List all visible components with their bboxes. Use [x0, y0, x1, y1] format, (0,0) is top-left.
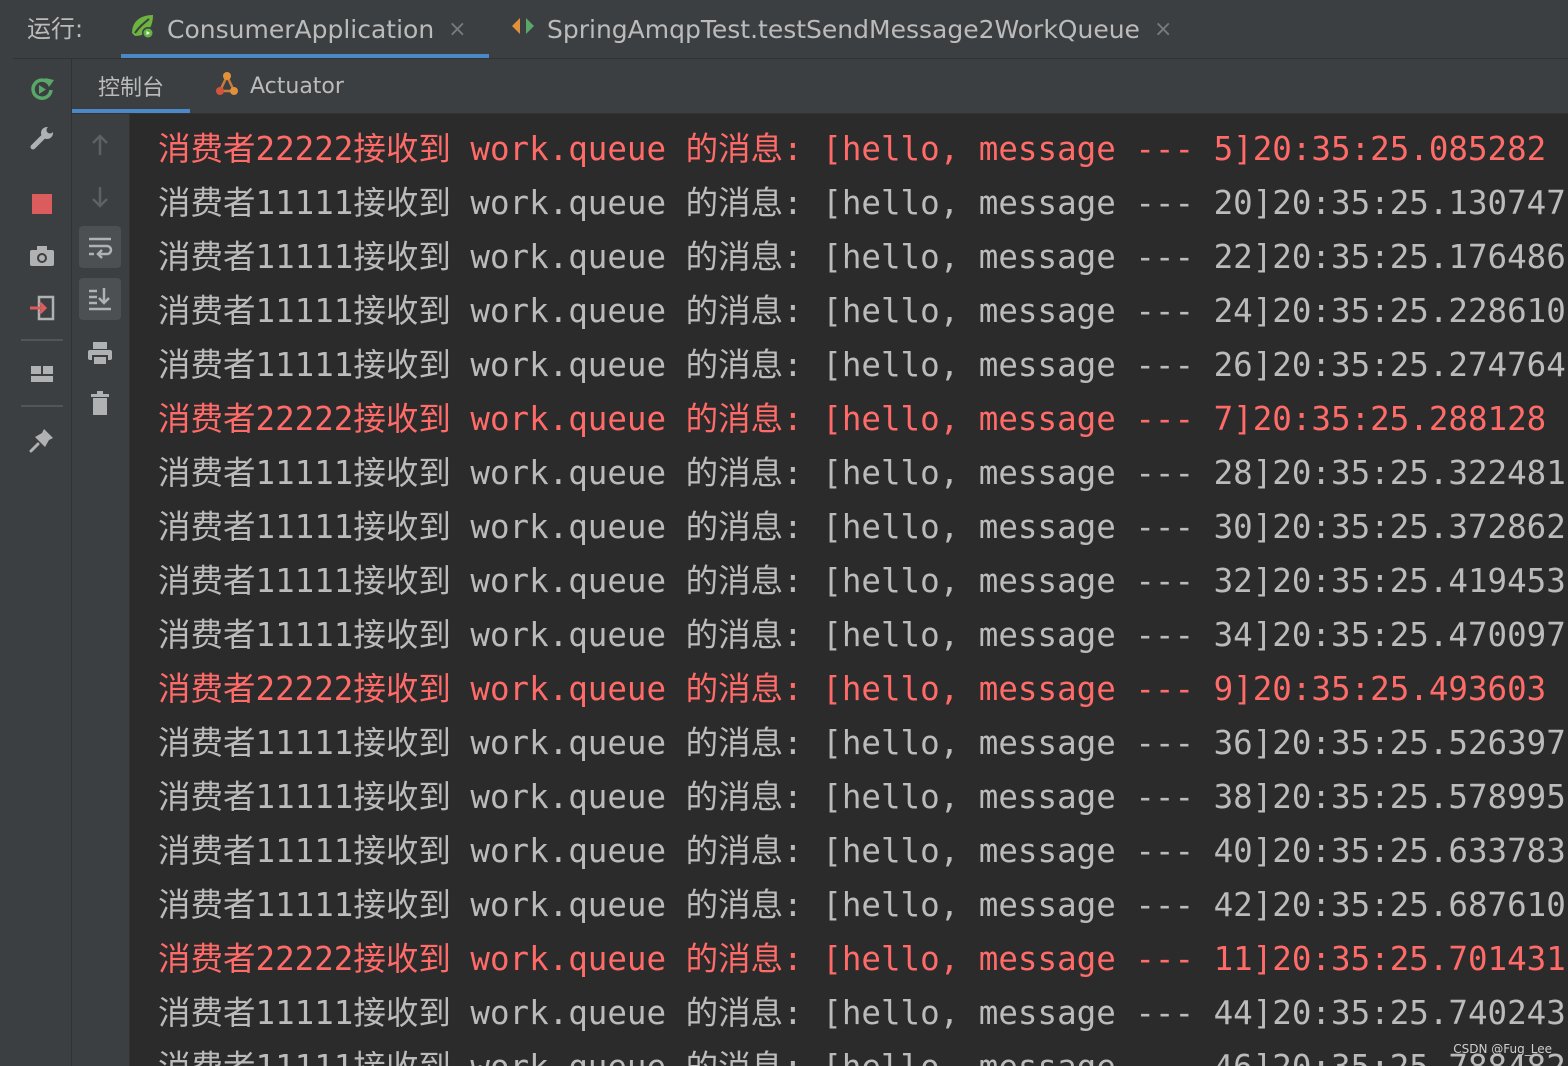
console-line: 消费者11111接收到 work.queue 的消息: [hello, mess… — [158, 994, 1566, 1032]
console-line: 消费者11111接收到 work.queue 的消息: [hello, mess… — [158, 562, 1566, 600]
console-line: 消费者11111接收到 work.queue 的消息: [hello, mess… — [158, 292, 1566, 330]
camera-icon[interactable] — [21, 235, 63, 277]
tab-label: ConsumerApplication — [167, 14, 435, 44]
console-line: 消费者22222接收到 work.queue 的消息: [hello, mess… — [158, 400, 1547, 438]
ide-run-window: 运行: ConsumerApplication × SpringAmqpTest… — [0, 0, 1568, 1066]
soft-wrap-icon[interactable] — [79, 226, 121, 268]
actuator-icon — [212, 68, 242, 104]
console-line: 消费者11111接收到 work.queue 的消息: [hello, mess… — [158, 508, 1566, 546]
run-toolbar — [13, 59, 72, 1066]
tab-spring-amqp-test[interactable]: SpringAmqpTest.testSendMessage2WorkQueue… — [505, 0, 1172, 58]
close-icon[interactable]: × — [448, 17, 466, 42]
rerun-icon[interactable] — [21, 67, 63, 109]
wrench-icon[interactable] — [21, 117, 63, 159]
exit-icon[interactable] — [21, 287, 63, 329]
console-toolbar — [72, 114, 130, 1066]
test-arrows-icon — [509, 12, 537, 46]
console-line: 消费者22222接收到 work.queue 的消息: [hello, mess… — [158, 940, 1566, 978]
layout-icon[interactable] — [21, 353, 63, 395]
tab-actuator[interactable]: Actuator — [212, 59, 344, 113]
toolbar-separator — [21, 405, 63, 407]
console-line: 消费者11111接收到 work.queue 的消息: [hello, mess… — [158, 238, 1566, 276]
watermark: CSDN @Fug_Lee — [1453, 1042, 1552, 1056]
scroll-to-end-icon[interactable] — [79, 278, 121, 320]
window-edge-strip — [0, 0, 14, 1066]
trash-icon[interactable] — [79, 382, 121, 424]
console-line: 消费者11111接收到 work.queue 的消息: [hello, mess… — [158, 454, 1566, 492]
down-arrow-icon[interactable] — [79, 176, 121, 218]
tab-consumer-application[interactable]: ConsumerApplication × — [121, 0, 489, 58]
close-icon[interactable]: × — [1154, 17, 1172, 42]
stop-icon[interactable] — [21, 183, 63, 225]
console-line: 消费者11111接收到 work.queue 的消息: [hello, mess… — [158, 778, 1566, 816]
up-arrow-icon[interactable] — [79, 124, 121, 166]
tab-label: SpringAmqpTest.testSendMessage2WorkQueue — [547, 14, 1140, 44]
console-output[interactable]: 消费者22222接收到 work.queue 的消息: [hello, mess… — [130, 114, 1568, 1066]
console-line: 消费者11111接收到 work.queue 的消息: [hello, mess… — [158, 616, 1566, 654]
print-icon[interactable] — [79, 332, 121, 374]
run-label: 运行: — [27, 15, 84, 43]
toolbar-separator — [21, 339, 63, 341]
console-line: 消费者11111接收到 work.queue 的消息: [hello, mess… — [158, 724, 1566, 762]
run-tab-bar: 运行: ConsumerApplication × SpringAmqpTest… — [13, 0, 1568, 59]
tab-label: Actuator — [250, 73, 344, 99]
console-line: 消费者11111接收到 work.queue 的消息: [hello, mess… — [158, 346, 1566, 384]
console-line: 消费者22222接收到 work.queue 的消息: [hello, mess… — [158, 130, 1547, 168]
console-line: 消费者22222接收到 work.queue 的消息: [hello, mess… — [158, 670, 1547, 708]
console-line: 消费者11111接收到 work.queue 的消息: [hello, mess… — [158, 184, 1566, 222]
pin-icon[interactable] — [21, 419, 63, 461]
console-sub-tab-bar: 控制台 Actuator — [72, 59, 1568, 114]
console-line: 消费者11111接收到 work.queue 的消息: [hello, mess… — [158, 1040, 1566, 1066]
spring-boot-icon — [127, 11, 157, 47]
tab-console[interactable]: 控制台 — [72, 59, 190, 113]
console-line: 消费者11111接收到 work.queue 的消息: [hello, mess… — [158, 832, 1566, 870]
tab-label: 控制台 — [97, 76, 164, 101]
console-line: 消费者11111接收到 work.queue 的消息: [hello, mess… — [158, 886, 1566, 924]
